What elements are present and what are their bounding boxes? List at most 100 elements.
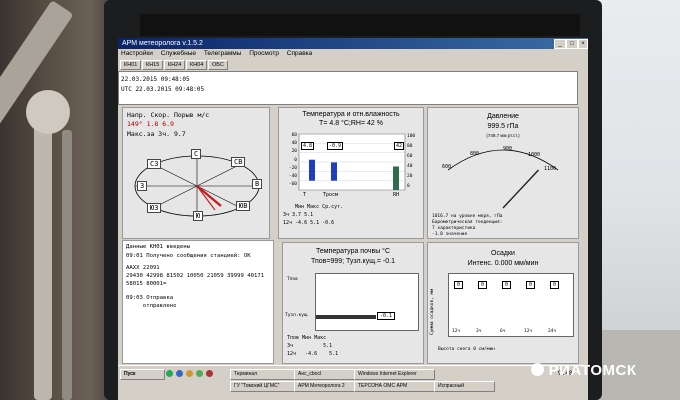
gauge-tick-1000: 1000	[528, 152, 541, 158]
dew-axis-label: Tросм	[323, 192, 339, 198]
precip-value-label: 0	[550, 281, 560, 289]
left-tick: -60	[288, 182, 297, 188]
compass-sw-label: ЮЗ	[147, 203, 162, 213]
toolbar-button-kn04[interactable]: КН04	[186, 60, 208, 70]
precip-x-label: 12ч	[524, 329, 533, 334]
task-arm-2[interactable]: АРМ Метеоролога 2	[294, 381, 355, 392]
right-tick: 40	[407, 164, 413, 169]
soil-label-surface: Тпов	[287, 277, 298, 282]
rh-value-label: 42	[394, 142, 405, 150]
task-anc[interactable]: Анс_сbocl	[294, 369, 355, 380]
app-icon[interactable]	[186, 370, 193, 377]
toolbar-button-kn15[interactable]: КН15	[142, 60, 164, 70]
app-icon[interactable]	[166, 370, 173, 377]
soil-bar	[316, 315, 376, 319]
pressure-panel: Давление 999.5 гПа (749.7 мм рт.ст.) 600…	[427, 107, 579, 239]
precip-x-label: 6ч	[500, 329, 506, 334]
toolbar-button-kn24[interactable]: КН24	[164, 60, 186, 70]
soil-row-12h: 12ч -4.6 5.1	[287, 351, 339, 357]
precip-title: Осадки	[491, 250, 515, 257]
right-tick: 0	[407, 184, 410, 189]
task-tersona[interactable]: ТЕРСОНА ОМС АРМ	[354, 381, 435, 392]
watermark-logo: РИАТОМСК	[531, 362, 671, 390]
soil-row-3h: 3ч 5.1	[287, 343, 333, 349]
compass-se-label: ЮВ	[236, 201, 251, 211]
menu-help[interactable]: Справка	[284, 50, 316, 57]
left-tick: 60	[291, 133, 297, 138]
pressure-needle	[502, 169, 540, 209]
menu-service[interactable]: Служебные	[158, 50, 199, 57]
lamp-arm	[34, 110, 52, 400]
t-axis-label: T	[303, 192, 307, 198]
left-tick: 20	[291, 149, 297, 155]
minimize-button[interactable]: _	[554, 39, 566, 49]
maximize-button[interactable]: □	[566, 39, 578, 49]
precip-x-label: 24ч	[548, 329, 557, 334]
log-header: Данные КН01 введены	[126, 244, 190, 250]
pressure-tendency-char: 7 характеристика	[432, 226, 476, 231]
humidity-bar	[393, 166, 399, 190]
soil-bar-label: -0.1	[377, 312, 396, 320]
menu-view[interactable]: Просмотр	[246, 50, 282, 57]
soil-label-node: Тузл.кущ.	[285, 313, 310, 318]
task-ie[interactable]: Windows Internet Explorer	[354, 369, 435, 380]
precip-footer: Высота снега 0 см/мин	[438, 347, 495, 352]
wind-panel: Напр. Скор. Порыв м/с 149° 1.8 6.9 Макс.…	[122, 107, 270, 239]
task-other[interactable]: Испрасный	[434, 381, 495, 392]
temperature-title: Температура и отн.влажность	[302, 111, 400, 118]
soil-title: Температура почвы °C	[315, 248, 391, 255]
taskbar: Пуск Терминал Анс_сbocl Windows Internet…	[118, 365, 588, 400]
gauge-tick-800: 800	[470, 151, 480, 157]
dewpoint-bar	[331, 162, 337, 181]
message-log: Данные КН01 введены 09:01 Получено сообщ…	[122, 240, 274, 364]
wind-values: 149° 1.8 6.9	[127, 120, 174, 128]
precip-x-label: 3ч	[476, 329, 482, 334]
toolbar: КН01 КН15 КН24 КН04 ОБС	[118, 59, 588, 70]
temp-row-12h: 12ч -4.6 5.1 -0.6	[283, 220, 335, 226]
wind-max: Макс.за 3ч. 9.7	[127, 130, 186, 138]
toolbar-button-kn01[interactable]: КН01	[120, 60, 142, 70]
right-tick: 100	[407, 134, 416, 139]
toolbar-button-obs[interactable]: ОБС	[208, 60, 228, 70]
precip-value-label: 0	[502, 281, 512, 289]
log-line: 09:01 Получено сообщения станцией: ОК	[126, 253, 251, 259]
window-titlebar: АРМ метеоролога v.1.5.2 _ □ ×	[118, 38, 588, 49]
menu-bar: Настройки Служебные Телеграммы Просмотр …	[118, 49, 588, 59]
quick-launch	[166, 370, 222, 378]
menu-settings[interactable]: Настройки	[118, 50, 156, 57]
compass-west-label: З	[137, 181, 148, 191]
compass-south-label: Ю	[193, 211, 204, 221]
log-line: отправлено	[126, 303, 177, 309]
app-icon[interactable]	[196, 370, 203, 377]
menu-telegrams[interactable]: Телеграммы	[201, 50, 245, 57]
logo-icon	[531, 363, 544, 376]
precip-x-label: 12ч	[452, 329, 461, 334]
compass-ne-label: СВ	[231, 157, 246, 167]
soil-table-header: Тпов Мин Макс	[287, 335, 327, 341]
precip-value-label: 0	[526, 281, 536, 289]
app-screen: АРМ метеоролога v.1.5.2 _ □ × Настройки …	[118, 38, 588, 400]
left-tick: -40	[288, 174, 297, 180]
temp-table-header: Мин Макс Ср.сут.	[295, 204, 344, 210]
lamp-joint	[26, 90, 70, 134]
log-line: AAXX 22091	[126, 265, 160, 271]
task-tomsk-cgms[interactable]: ГУ "Томский ЦГМС"	[230, 381, 295, 392]
task-terminal[interactable]: Терминал	[230, 369, 295, 380]
gauge-tick-900: 900	[503, 146, 513, 152]
app-icon[interactable]	[206, 370, 213, 377]
app-icon[interactable]	[176, 370, 183, 377]
lamp-arm	[62, 130, 72, 400]
precip-y-axis-label: Сумма осадков, мм	[430, 288, 435, 335]
start-button[interactable]: Пуск	[120, 369, 165, 380]
wind-header: Напр. Скор. Порыв м/с	[127, 111, 210, 119]
close-button[interactable]: ×	[578, 39, 588, 49]
log-line: 29430 42998 81502 10050 21059 39999 4017…	[126, 273, 265, 279]
gauge-tick-600: 600	[442, 164, 452, 170]
local-time: 22.03.2015 09:48:05	[121, 76, 190, 83]
temp-row-3h: 3ч 3.7 5.1	[283, 212, 314, 218]
temperature-bar	[309, 159, 315, 181]
pressure-tendency-value: -1.0 значение	[432, 232, 468, 237]
window-title: АРМ метеоролога v.1.5.2	[122, 40, 203, 47]
compass-nw-label: СЗ	[147, 159, 162, 169]
dew-value-label: -0.9	[327, 142, 344, 150]
